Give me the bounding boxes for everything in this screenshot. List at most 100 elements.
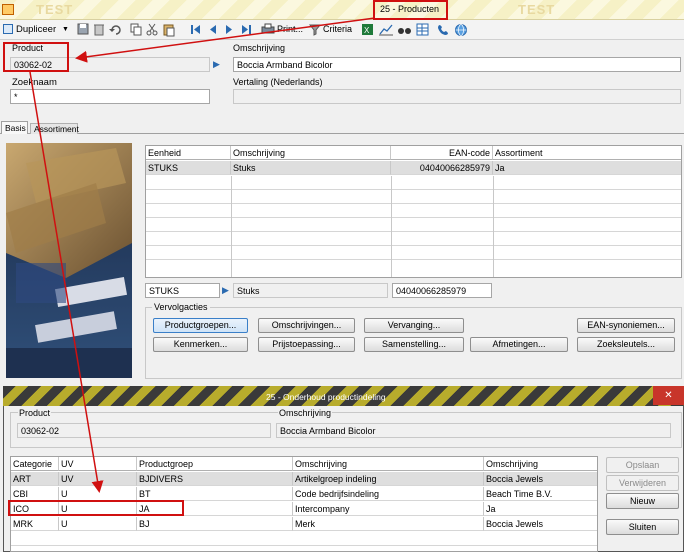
col-header-value-description[interactable]: Omschrijving <box>484 457 597 471</box>
svg-text:X: X <box>364 26 370 35</box>
table-cell[interactable]: Code bedrijfsindeling <box>293 487 484 501</box>
empty-row <box>146 232 681 246</box>
col-header-description[interactable]: Omschrijving <box>231 146 391 160</box>
watermark-text-2: TEST <box>518 2 556 17</box>
ean-synonyms-button[interactable]: EAN-synoniemen... <box>577 318 675 333</box>
phone-icon[interactable] <box>438 25 448 35</box>
unit-field[interactable]: STUKS <box>145 283 220 298</box>
col-header-group-description[interactable]: Omschrijving <box>293 457 484 471</box>
duplicate-button[interactable]: Dupliceer <box>16 24 56 35</box>
save-icon[interactable] <box>77 23 89 35</box>
product-image <box>6 143 132 378</box>
table-cell[interactable]: BJ <box>137 517 293 531</box>
print-button[interactable]: Print... <box>277 24 303 34</box>
dialog-product-label: Product <box>18 408 52 418</box>
price-application-button[interactable]: Prijstoepassing... <box>258 337 355 352</box>
dialog-title: 25 - Onderhoud productindeling <box>266 392 386 402</box>
delete-button[interactable]: Verwijderen <box>606 475 679 491</box>
unit-ean-field[interactable]: 04040066285979 <box>392 283 492 298</box>
table-cell[interactable]: Boccia Jewels <box>484 472 597 486</box>
col-header-product-group[interactable]: Productgroep <box>137 457 293 471</box>
units-grid[interactable]: Eenheid Omschrijving EAN-code Assortimen… <box>145 145 682 278</box>
undo-icon[interactable] <box>109 25 121 35</box>
table-cell[interactable]: UV <box>59 472 137 486</box>
characteristics-button[interactable]: Kenmerken... <box>153 337 248 352</box>
search-name-label: Zoeknaam <box>12 77 57 88</box>
replacement-button[interactable]: Vervanging... <box>364 318 464 333</box>
table-cell[interactable]: Artikelgroep indeling <box>293 472 484 486</box>
product-lookup-icon[interactable]: ▶ <box>213 59 220 70</box>
tab-bar <box>0 122 684 134</box>
next-record-icon[interactable] <box>226 25 232 34</box>
table-cell[interactable]: ART <box>11 472 59 486</box>
table-cell[interactable]: CBI <box>11 487 59 501</box>
previous-record-icon[interactable] <box>210 25 216 34</box>
paste-icon[interactable] <box>163 24 175 37</box>
col-header-assortment[interactable]: Assortiment <box>493 146 681 160</box>
unit-lookup-icon[interactable]: ▶ <box>222 285 229 296</box>
duplicate-icon <box>3 24 13 34</box>
chart-icon[interactable] <box>379 24 393 36</box>
dialog-product-field[interactable]: 03062-02 <box>17 423 271 438</box>
table-cell[interactable]: Ja <box>493 161 681 175</box>
dialog-description-label: Omschrijving <box>278 408 333 418</box>
table-cell[interactable]: Stuks <box>231 161 391 175</box>
dialog-description-field[interactable]: Boccia Armband Bicolor <box>276 423 671 438</box>
criteria-icon[interactable] <box>308 24 322 36</box>
product-groups-button[interactable]: Productgroepen... <box>153 318 248 333</box>
first-record-icon[interactable] <box>191 25 200 34</box>
table-cell[interactable]: Beach Time B.V. <box>484 487 597 501</box>
dimensions-button[interactable]: Afmetingen... <box>470 337 568 352</box>
table-cell[interactable]: MRK <box>11 517 59 531</box>
descriptions-button[interactable]: Omschrijvingen... <box>258 318 355 333</box>
col-header-uv[interactable]: UV <box>59 457 137 471</box>
translation-label: Vertaling (Nederlands) <box>233 77 323 87</box>
excel-icon[interactable]: X <box>362 24 373 35</box>
last-record-icon[interactable] <box>242 25 251 34</box>
copy-icon[interactable] <box>130 23 142 36</box>
app-icon <box>2 4 14 15</box>
col-header-category[interactable]: Categorie <box>11 457 59 471</box>
table-cell[interactable]: U <box>59 487 137 501</box>
table-cell[interactable]: Merk <box>293 517 484 531</box>
description-field[interactable]: Boccia Armband Bicolor <box>233 57 681 72</box>
close-button[interactable]: Sluiten <box>606 519 679 535</box>
translation-field[interactable] <box>233 89 681 104</box>
follow-actions-legend: Vervolgacties <box>152 302 210 312</box>
description-label: Omschrijving <box>233 43 286 53</box>
col-header-ean[interactable]: EAN-code <box>391 146 493 160</box>
search-keys-button[interactable]: Zoeksleutels... <box>577 337 675 352</box>
title-bar: TEST TEST 25 - Producten <box>0 0 684 20</box>
save-button[interactable]: Opslaan <box>606 457 679 473</box>
table-cell[interactable]: Ja <box>484 502 597 516</box>
col-header-unit[interactable]: Eenheid <box>146 146 231 160</box>
new-button[interactable]: Nieuw <box>606 493 679 509</box>
delete-icon[interactable] <box>94 24 104 36</box>
tab-basis[interactable]: Basis <box>1 121 28 134</box>
cut-icon[interactable] <box>146 23 158 36</box>
tab-assortiment[interactable]: Assortiment <box>30 123 79 134</box>
table-cell[interactable]: U <box>59 517 137 531</box>
table-cell[interactable]: BT <box>137 487 293 501</box>
column-divider <box>493 176 494 277</box>
watermark-text: TEST <box>36 2 74 17</box>
column-divider <box>391 176 392 277</box>
unit-description-field[interactable]: Stuks <box>233 283 388 298</box>
composition-button[interactable]: Samenstelling... <box>364 337 464 352</box>
table-icon[interactable] <box>416 23 429 36</box>
criteria-button[interactable]: Criteria <box>323 24 352 34</box>
table-cell[interactable]: BJDIVERS <box>137 472 293 486</box>
dialog-close-icon[interactable]: ✕ <box>653 386 684 405</box>
table-cell[interactable]: Boccia Jewels <box>484 517 597 531</box>
table-cell[interactable]: STUKS <box>146 161 231 175</box>
binoculars-icon[interactable] <box>398 28 411 34</box>
print-icon[interactable] <box>261 23 275 34</box>
table-cell[interactable]: 04040066285979 <box>391 161 493 175</box>
search-name-field[interactable]: * <box>10 89 210 104</box>
empty-row <box>146 176 681 190</box>
table-cell[interactable]: Intercompany <box>293 502 484 516</box>
empty-row <box>146 246 681 260</box>
duplicate-dropdown-icon[interactable]: ▼ <box>62 26 69 33</box>
globe-icon[interactable] <box>455 24 467 36</box>
ico-row-highlight <box>8 500 184 516</box>
